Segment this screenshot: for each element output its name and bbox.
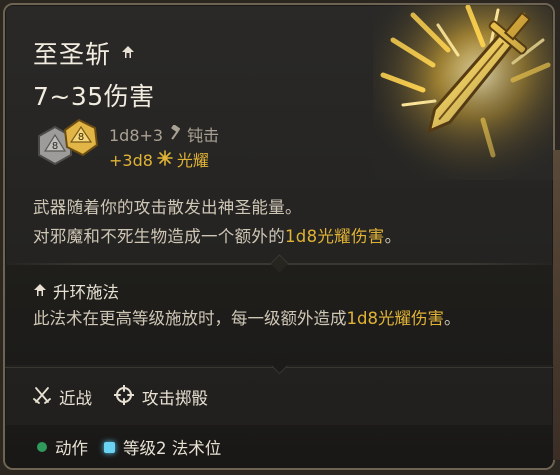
upcast-text: 此法术在更高等级施放时，每一级额外造成 — [33, 309, 347, 328]
svg-text:8: 8 — [78, 132, 84, 143]
spell-properties: 近战 攻击掷骰 — [33, 384, 208, 409]
bludgeoning-icon — [167, 123, 183, 148]
crosshair-icon — [113, 384, 135, 409]
description-highlight: 1d8光耀伤害 — [285, 227, 385, 246]
spell-slot-cost: 等级2 法术位 — [104, 435, 221, 459]
spell-description: 武器随着你的攻击散发出神圣能量。 对邪魔和不死生物造成一个额外的1d8光耀伤害。 — [33, 193, 401, 251]
spell-art — [373, 5, 553, 180]
action-label: 动作 — [55, 439, 88, 458]
cost-bar: 动作 等级2 法术位 — [5, 425, 553, 468]
action-cost: 动作 — [37, 435, 88, 459]
action-dot-icon — [37, 442, 47, 452]
radiant-damage-formula: +3d8 — [109, 151, 153, 170]
radiant-damage-line: +3d8 光耀 — [109, 148, 219, 173]
svg-text:8: 8 — [52, 141, 58, 152]
spell-slot-icon — [104, 441, 115, 453]
damage-breakdown: 1d8+3 钝击 +3d8 光耀 — [109, 123, 219, 173]
attack-roll-label: 攻击掷骰 — [142, 389, 208, 408]
base-damage-formula: 1d8+3 — [109, 126, 164, 145]
spell-tooltip: 至圣斩 7~35伤害 8 8 1d8+3 钝击 +3d8 光耀 武器随着你的攻击… — [3, 3, 555, 470]
base-damage-type: 钝击 — [187, 126, 220, 145]
upcast-title: 升环施法 — [53, 283, 119, 302]
upcast-icon — [121, 44, 135, 63]
upcast-description: 此法术在更高等级施放时，每一级额外造成1d8光耀伤害。 — [33, 305, 533, 333]
upcast-header: 升环施法 — [33, 279, 119, 303]
range-label: 近战 — [59, 389, 92, 408]
description-line-1: 武器随着你的攻击散发出神圣能量。 — [33, 198, 302, 217]
upcast-icon — [33, 282, 47, 301]
description-line-2: 对邪魔和不死生物造成一个额外的1d8光耀伤害。 — [33, 222, 401, 251]
spell-slot-label: 等级2 法术位 — [123, 439, 222, 458]
attack-roll-property: 攻击掷骰 — [113, 384, 208, 409]
spell-title: 至圣斩 — [33, 40, 112, 69]
radiant-icon — [157, 148, 173, 173]
upcast-text-end: 。 — [443, 309, 461, 328]
description-line-2-end: 。 — [384, 227, 402, 246]
damage-range: 7~35伤害 — [33, 82, 155, 111]
description-line-2-text: 对邪魔和不死生物造成一个额外的 — [33, 227, 285, 246]
dice-icons: 8 8 — [35, 117, 107, 173]
radiant-damage-type: 光耀 — [176, 151, 209, 170]
background-frame-edge — [553, 150, 560, 460]
melee-icon — [33, 386, 51, 408]
title-row: 至圣斩 — [33, 35, 135, 71]
base-damage-line: 1d8+3 钝击 — [109, 123, 219, 148]
range-property: 近战 — [33, 385, 92, 409]
upcast-highlight: 1d8光耀伤害 — [346, 309, 444, 328]
